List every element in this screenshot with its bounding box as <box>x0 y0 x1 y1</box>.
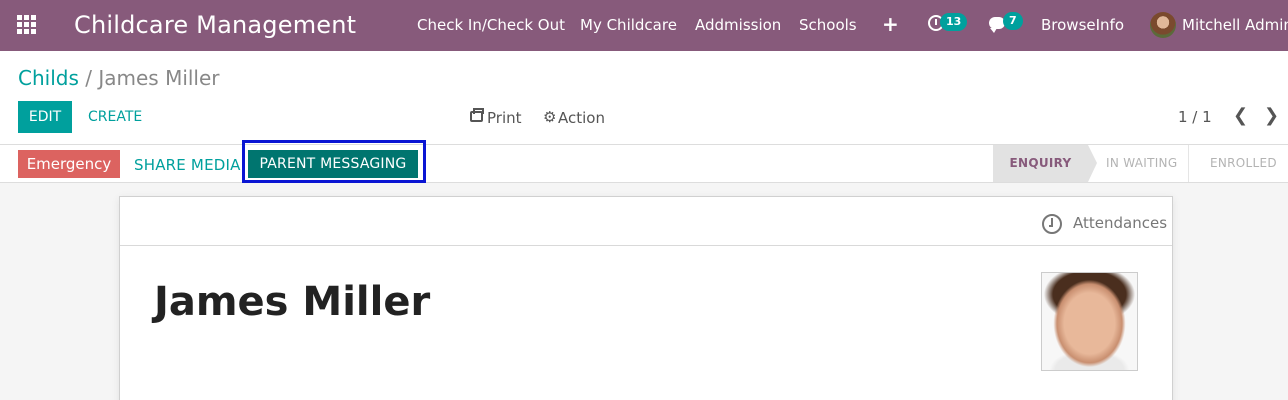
menu-schools[interactable]: Schools <box>799 16 857 34</box>
menu-admission[interactable]: Addmission <box>695 16 781 34</box>
menu-check-in-out[interactable]: Check In/Check Out <box>417 16 565 34</box>
stage-in-waiting[interactable]: IN WAITING <box>1106 145 1177 182</box>
activity-count-badge: 13 <box>940 13 968 31</box>
top-navbar: Childcare Management Check In/Check Out … <box>0 0 1288 51</box>
user-menu[interactable]: Mitchell Admin <box>1182 16 1288 34</box>
child-photo[interactable] <box>1041 272 1138 371</box>
print-dropdown[interactable]: Print <box>487 109 522 127</box>
child-name-title[interactable]: James Miller <box>154 279 430 325</box>
share-media-button[interactable]: SHARE MEDIA <box>134 156 241 174</box>
form-sheet: Attendances James Miller <box>119 196 1173 400</box>
menu-my-childcare[interactable]: My Childcare <box>580 16 677 34</box>
attendances-smart-button[interactable]: Attendances <box>1073 214 1167 232</box>
emergency-button[interactable]: Emergency <box>18 150 120 178</box>
pager-next-chevron-icon[interactable]: ❯ <box>1264 105 1279 126</box>
create-button[interactable]: CREATE <box>88 109 142 125</box>
smart-button-box: Attendances <box>120 197 1172 246</box>
breadcrumb-parent-link[interactable]: Childs <box>18 66 79 90</box>
breadcrumb-separator: / <box>85 66 92 90</box>
stage-separator <box>1188 145 1189 182</box>
print-icon[interactable] <box>470 108 484 122</box>
gear-icon[interactable]: ⚙ <box>543 110 556 125</box>
action-dropdown[interactable]: Action <box>558 109 605 127</box>
pager-value[interactable]: 1 / 1 <box>1178 108 1212 126</box>
quick-create-plus-icon[interactable]: + <box>882 12 899 36</box>
apps-menu-icon[interactable] <box>17 15 37 35</box>
message-count-badge: 7 <box>1003 12 1023 30</box>
user-avatar[interactable] <box>1150 12 1176 38</box>
form-statusbar: Emergency SHARE MEDIA PARENT MESSAGING E… <box>0 140 1288 183</box>
app-brand[interactable]: Childcare Management <box>74 11 356 39</box>
stage-enquiry[interactable]: ENQUIRY <box>993 145 1088 182</box>
stage-arrow <box>1088 145 1097 182</box>
company-switcher[interactable]: BrowseInfo <box>1041 16 1124 34</box>
attendances-clock-icon[interactable] <box>1042 214 1062 234</box>
pager-previous-chevron-icon[interactable]: ❮ <box>1233 105 1248 126</box>
breadcrumb-current: James Miller <box>98 66 220 90</box>
edit-button[interactable]: EDIT <box>18 101 72 133</box>
stage-enrolled[interactable]: ENROLLED <box>1210 145 1277 182</box>
breadcrumb: Childs / James Miller <box>18 66 220 90</box>
parent-messaging-button[interactable]: PARENT MESSAGING <box>248 150 418 178</box>
